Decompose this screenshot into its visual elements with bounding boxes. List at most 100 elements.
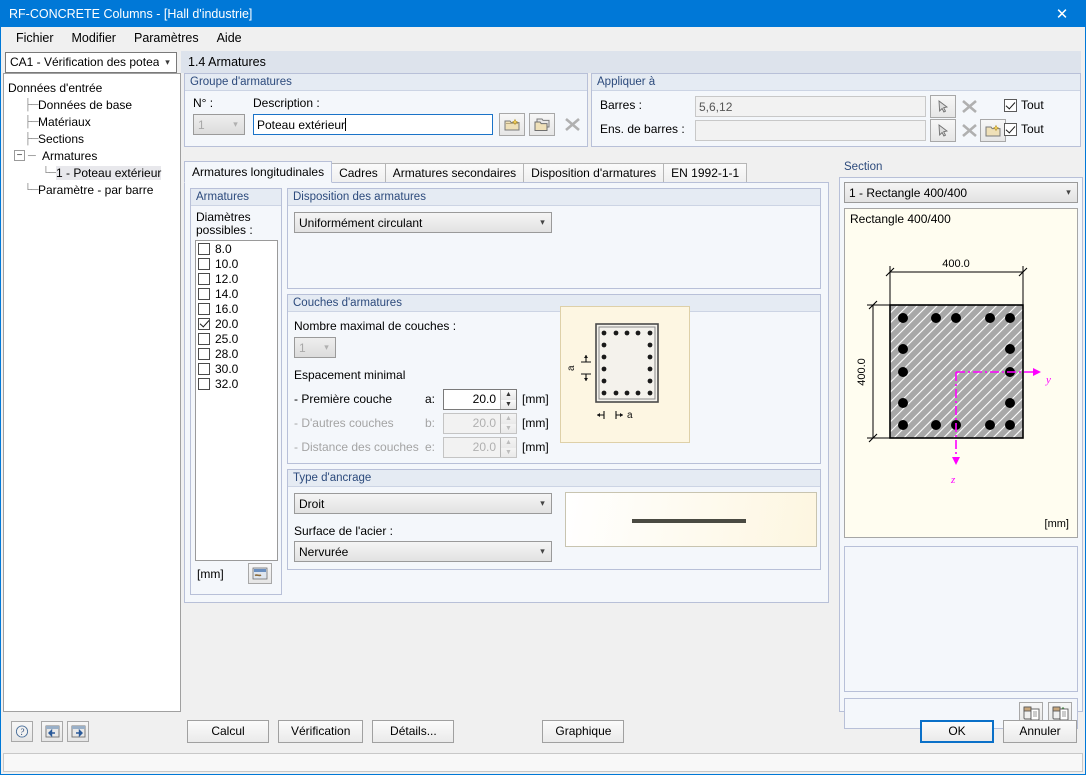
tree-item-poteau-exterieur[interactable]: └─ 1 - Poteau extérieur — [8, 164, 176, 181]
clear-members-icon[interactable] — [956, 95, 982, 118]
clear-member-sets-icon[interactable] — [956, 119, 982, 142]
tab-armatures-secondaires[interactable]: Armatures secondaires — [384, 163, 525, 183]
details-button[interactable]: Détails... — [372, 719, 455, 743]
section-body: 1 - Rectangle 400/400 ▾ Rectangle 400/40… — [839, 177, 1083, 729]
other-layers-symbol: b: — [425, 416, 436, 430]
list-item[interactable]: 16.0 — [196, 301, 277, 316]
spinner-up-icon[interactable]: ▲ — [501, 414, 516, 424]
spinner-up-icon[interactable]: ▲ — [501, 438, 516, 448]
checkbox-icon[interactable] — [198, 257, 210, 270]
checkbox-icon[interactable] — [198, 317, 210, 330]
spinner-up-icon[interactable]: ▲ — [501, 390, 516, 400]
chevron-down-icon: ▾ — [1066, 187, 1071, 197]
graphique-button[interactable]: Graphique — [542, 719, 625, 743]
pick-members-icon[interactable] — [930, 95, 956, 118]
list-item[interactable]: 10.0 — [196, 256, 277, 271]
tree-item-donnees-entree[interactable]: Données d'entrée — [8, 79, 176, 96]
group-number-value: 1 — [198, 117, 205, 132]
spinner-down-icon[interactable]: ▼ — [501, 399, 516, 409]
member-sets-input[interactable] — [695, 120, 926, 141]
checkbox-icon[interactable] — [198, 287, 210, 300]
tab-disposition-armatures[interactable]: Disposition d'armatures — [523, 163, 665, 183]
collapse-icon[interactable]: − — [14, 150, 25, 161]
delete-icon[interactable] — [559, 113, 585, 136]
cancel-button[interactable]: Annuler — [1003, 719, 1077, 743]
copy-folder-icon[interactable] — [529, 113, 555, 136]
list-item[interactable]: 25.0 — [196, 331, 277, 346]
max-layers-combo[interactable]: 1 ▾ — [294, 337, 336, 358]
tree-item-sections[interactable]: ├─ Sections — [8, 130, 176, 147]
section-combo-value: 1 - Rectangle 400/400 — [849, 185, 968, 200]
calcul-button[interactable]: Calcul — [187, 719, 269, 743]
tree-item-donnees-de-base[interactable]: ├─ Données de base — [8, 96, 176, 113]
description-input[interactable]: Poteau extérieur — [253, 114, 493, 135]
members-input[interactable]: 5,6,12 — [695, 96, 926, 117]
footer-bar: ? Calcul Vérification Détails... Graphiq… — [1, 710, 1085, 752]
steel-surface-combo[interactable]: Nervurée ▾ — [294, 541, 552, 562]
menu-item-parametres[interactable]: Paramètres — [125, 28, 208, 48]
spinner-buttons[interactable]: ▲ ▼ — [500, 414, 516, 433]
list-item[interactable]: 30.0 — [196, 361, 277, 376]
list-item[interactable]: 14.0 — [196, 286, 277, 301]
table-settings-icon[interactable] — [248, 563, 272, 584]
checkbox-icon — [1004, 98, 1017, 112]
tree-item-parametre-par-barre[interactable]: └─ Paramètre - par barre — [8, 181, 176, 198]
navigation-tree: Données d'entrée ├─ Données de base ├─ M… — [3, 73, 181, 712]
checkbox-icon[interactable] — [198, 362, 210, 375]
all-member-sets-checkbox[interactable]: Tout — [1004, 122, 1044, 136]
help-icon[interactable]: ? — [11, 720, 33, 742]
tree-item-materiaux[interactable]: ├─ Matériaux — [8, 113, 176, 130]
dim-left-label: 400.0 — [856, 358, 868, 386]
other-layers-spinner[interactable]: 20.0 ▲ ▼ — [443, 413, 517, 434]
all-members-checkbox[interactable]: Tout — [1004, 98, 1044, 112]
checkbox-icon[interactable] — [198, 377, 210, 390]
checkbox-icon[interactable] — [198, 302, 210, 315]
checkbox-icon[interactable] — [198, 272, 210, 285]
tab-strip: Armatures longitudinales Cadres Armature… — [184, 161, 748, 183]
layer-distance-spinner[interactable]: 20.0 ▲ ▼ — [443, 437, 517, 458]
list-item[interactable]: 20.0 — [196, 316, 277, 331]
first-layer-spinner[interactable]: 20.0 ▲ ▼ — [443, 389, 517, 410]
tab-cadres[interactable]: Cadres — [331, 163, 386, 183]
tree-item-armatures[interactable]: − ─ Armatures — [8, 147, 176, 164]
pick-member-sets-icon[interactable] — [930, 119, 956, 142]
section-unit-label: [mm] — [1045, 518, 1069, 530]
new-member-set-icon[interactable] — [980, 119, 1006, 142]
spinner-buttons[interactable]: ▲ ▼ — [500, 438, 516, 457]
verification-button[interactable]: Vérification — [278, 719, 364, 743]
menu-item-modifier[interactable]: Modifier — [63, 28, 125, 48]
spinner-buttons[interactable]: ▲ ▼ — [500, 390, 516, 409]
checkbox-icon[interactable] — [198, 242, 210, 255]
new-folder-icon[interactable] — [499, 113, 525, 136]
close-icon[interactable]: ✕ — [1039, 1, 1085, 27]
spinner-down-icon[interactable]: ▼ — [501, 423, 516, 433]
diameter-value: 20.0 — [215, 316, 239, 331]
list-item[interactable]: 28.0 — [196, 346, 277, 361]
group-number-combo[interactable]: 1 ▾ — [193, 114, 245, 135]
toolbar-row: CA1 - Vérification des poteaux ▾ 1.4 Arm… — [1, 49, 1085, 75]
checkbox-icon[interactable] — [198, 347, 210, 360]
diameters-listbox[interactable]: 8.0 10.0 12.0 14.0 16.0 20.0 25.0 28.0 3… — [195, 240, 278, 561]
section-drawing[interactable]: Rectangle 400/400 400.0 400.0 y z [mm] — [844, 208, 1078, 538]
next-icon[interactable] — [67, 720, 89, 742]
tree-connector-icon: ├─ — [24, 115, 39, 128]
list-item[interactable]: 12.0 — [196, 271, 277, 286]
checkbox-icon[interactable] — [198, 332, 210, 345]
other-layers-unit: [mm] — [522, 416, 549, 430]
list-item[interactable]: 8.0 — [196, 241, 277, 256]
title-bar: RF-CONCRETE Columns - [Hall d'industrie]… — [1, 1, 1085, 27]
section-combo[interactable]: 1 - Rectangle 400/400 ▾ — [844, 182, 1078, 203]
arrangement-combo[interactable]: Uniformément circulant ▾ — [294, 212, 552, 233]
description-label: Description : — [253, 96, 320, 110]
tab-armatures-longitudinales[interactable]: Armatures longitudinales — [184, 161, 333, 183]
diameters-unit: [mm] — [197, 567, 224, 581]
menu-item-aide[interactable]: Aide — [208, 28, 251, 48]
tab-en-1992-1-1[interactable]: EN 1992-1-1 — [663, 163, 748, 183]
anchorage-type-combo[interactable]: Droit ▾ — [294, 493, 552, 514]
list-item[interactable]: 32.0 — [196, 376, 277, 391]
design-case-combo[interactable]: CA1 - Vérification des poteaux ▾ — [5, 51, 177, 73]
menu-item-fichier[interactable]: Fichier — [7, 28, 63, 48]
previous-icon[interactable] — [41, 720, 63, 742]
ok-button[interactable]: OK — [920, 719, 994, 743]
spinner-down-icon[interactable]: ▼ — [501, 447, 516, 457]
